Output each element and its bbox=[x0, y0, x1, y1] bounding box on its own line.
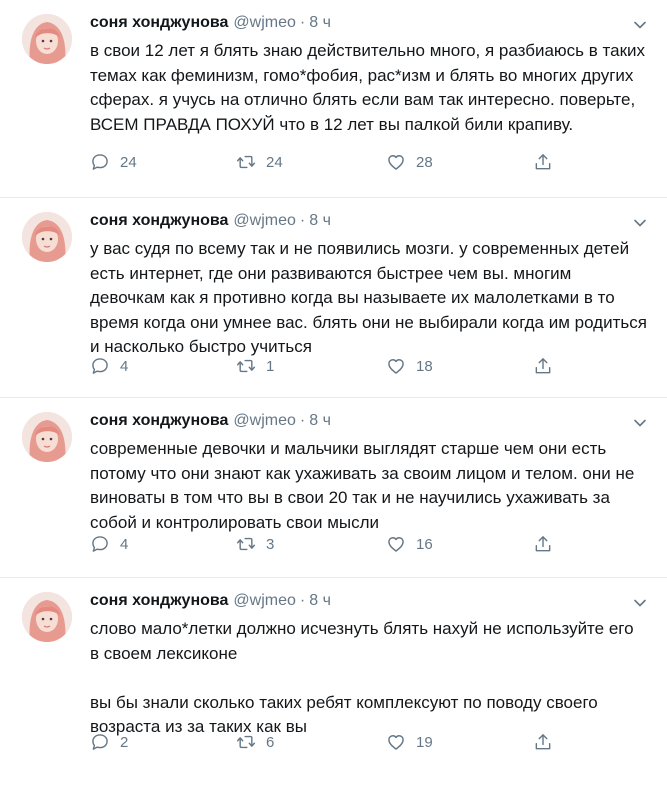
heart-icon bbox=[388, 359, 404, 374]
reply-button[interactable]: 4 bbox=[90, 534, 128, 554]
timeline: соня хонджунова @wjmeo · 8 ч в свои 12 л… bbox=[0, 0, 667, 786]
retweet-icon bbox=[236, 735, 256, 749]
chevron-down-icon[interactable] bbox=[633, 416, 647, 430]
reply-icon bbox=[92, 536, 108, 552]
tweet-content: соня хонджунова @wjmeo · 8 ч слово мало*… bbox=[90, 590, 647, 740]
share-button[interactable] bbox=[533, 732, 553, 752]
like-count: 18 bbox=[416, 357, 433, 375]
tweet-text: в свои 12 лет я блять знаю действительно… bbox=[90, 41, 650, 134]
avatar[interactable] bbox=[22, 212, 72, 262]
user-handle[interactable]: @wjmeo bbox=[233, 410, 295, 432]
like-button[interactable]: 28 bbox=[386, 152, 433, 172]
tweet[interactable]: соня хонджунова @wjmeo · 8 ч у вас судя … bbox=[0, 198, 667, 398]
chevron-down-icon[interactable] bbox=[633, 216, 647, 230]
display-name[interactable]: соня хонджунова bbox=[90, 410, 228, 432]
timestamp[interactable]: 8 ч bbox=[309, 12, 331, 34]
avatar-image bbox=[22, 412, 72, 462]
avatar-image bbox=[22, 14, 72, 64]
heart-icon bbox=[388, 537, 404, 552]
display-name[interactable]: соня хонджунова bbox=[90, 12, 228, 34]
like-count: 19 bbox=[416, 733, 433, 751]
user-handle[interactable]: @wjmeo bbox=[233, 590, 295, 612]
timestamp[interactable]: 8 ч bbox=[309, 210, 331, 232]
tweet-content: соня хонджунова @wjmeo · 8 ч в свои 12 л… bbox=[90, 12, 647, 137]
avatar-image bbox=[22, 212, 72, 262]
display-name[interactable]: соня хонджунова bbox=[90, 210, 228, 232]
user-handle[interactable]: @wjmeo bbox=[233, 12, 295, 34]
share-icon bbox=[535, 734, 551, 750]
retweet-icon bbox=[236, 359, 256, 373]
user-handle[interactable]: @wjmeo bbox=[233, 210, 295, 232]
retweet-button[interactable]: 1 bbox=[236, 356, 274, 376]
reply-icon bbox=[92, 154, 108, 170]
retweet-icon bbox=[236, 155, 256, 169]
tweet[interactable]: соня хонджунова @wjmeo · 8 ч слово мало*… bbox=[0, 578, 667, 786]
tweet-header: соня хонджунова @wjmeo · 8 ч bbox=[90, 12, 647, 34]
avatar[interactable] bbox=[22, 412, 72, 462]
share-icon bbox=[535, 154, 551, 170]
retweet-button[interactable]: 6 bbox=[236, 732, 274, 752]
tweet-header: соня хонджунова @wjmeo · 8 ч bbox=[90, 410, 647, 432]
retweet-button[interactable]: 3 bbox=[236, 534, 274, 554]
like-button[interactable]: 16 bbox=[386, 534, 433, 554]
chevron-down-icon[interactable] bbox=[633, 596, 647, 610]
separator-dot: · bbox=[299, 212, 306, 229]
share-icon bbox=[535, 536, 551, 552]
heart-icon bbox=[388, 735, 404, 750]
separator-dot: · bbox=[299, 14, 306, 31]
tweet-header: соня хонджунова @wjmeo · 8 ч bbox=[90, 590, 647, 612]
retweet-count: 3 bbox=[266, 535, 275, 553]
reply-button[interactable]: 24 bbox=[90, 152, 137, 172]
retweet-count: 24 bbox=[266, 153, 283, 171]
reply-count: 4 bbox=[120, 357, 129, 375]
reply-icon bbox=[92, 358, 108, 374]
reply-button[interactable]: 4 bbox=[90, 356, 128, 376]
avatar[interactable] bbox=[22, 14, 72, 64]
reply-count: 24 bbox=[120, 153, 137, 171]
timestamp[interactable]: 8 ч bbox=[309, 410, 331, 432]
tweet-text: слово мало*летки должно исчезнуть блять … bbox=[90, 619, 634, 736]
share-button[interactable] bbox=[533, 534, 553, 554]
tweet[interactable]: соня хонджунова @wjmeo · 8 ч современные… bbox=[0, 398, 667, 578]
retweet-count: 1 bbox=[266, 357, 275, 375]
share-icon bbox=[535, 358, 551, 374]
tweet-content: соня хонджунова @wjmeo · 8 ч современные… bbox=[90, 410, 647, 535]
avatar-image bbox=[22, 592, 72, 642]
retweet-icon bbox=[236, 537, 256, 551]
tweet-text: у вас судя по всему так и не появились м… bbox=[90, 239, 652, 356]
reply-count: 4 bbox=[120, 535, 129, 553]
share-button[interactable] bbox=[533, 356, 553, 376]
tweet-header: соня хонджунова @wjmeo · 8 ч bbox=[90, 210, 647, 232]
reply-icon bbox=[92, 734, 108, 750]
tweet[interactable]: соня хонджунова @wjmeo · 8 ч в свои 12 л… bbox=[0, 0, 667, 198]
separator-dot: · bbox=[299, 592, 306, 609]
like-button[interactable]: 18 bbox=[386, 356, 433, 376]
tweet-text: современные девочки и мальчики выглядят … bbox=[90, 439, 640, 532]
chevron-down-icon[interactable] bbox=[633, 18, 647, 32]
avatar[interactable] bbox=[22, 592, 72, 642]
like-count: 28 bbox=[416, 153, 433, 171]
timestamp[interactable]: 8 ч bbox=[309, 590, 331, 612]
like-button[interactable]: 19 bbox=[386, 732, 433, 752]
reply-button[interactable]: 2 bbox=[90, 732, 128, 752]
heart-icon bbox=[388, 155, 404, 170]
retweet-count: 6 bbox=[266, 733, 275, 751]
like-count: 16 bbox=[416, 535, 433, 553]
display-name[interactable]: соня хонджунова bbox=[90, 590, 228, 612]
reply-count: 2 bbox=[120, 733, 129, 751]
tweet-content: соня хонджунова @wjmeo · 8 ч у вас судя … bbox=[90, 210, 647, 360]
share-button[interactable] bbox=[533, 152, 553, 172]
separator-dot: · bbox=[299, 412, 306, 429]
retweet-button[interactable]: 24 bbox=[236, 152, 283, 172]
